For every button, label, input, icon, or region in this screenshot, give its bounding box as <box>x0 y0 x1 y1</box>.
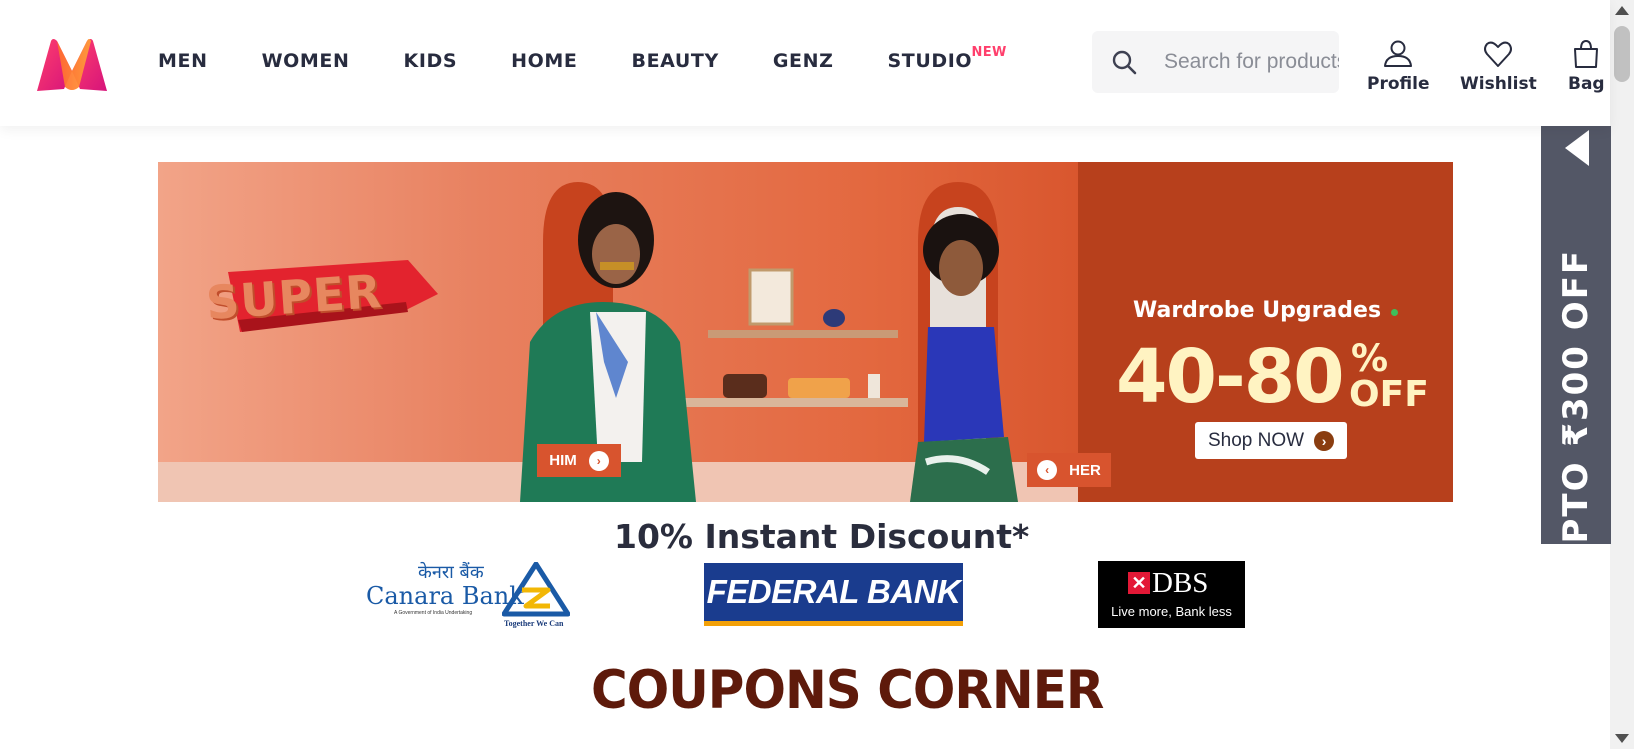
nav-kids[interactable]: KIDS <box>404 50 458 72</box>
main-nav: MEN WOMEN KIDS HOME BEAUTY GENZ STUDIO N… <box>158 45 1006 72</box>
nav-home[interactable]: HOME <box>511 50 577 72</box>
status-dot <box>1391 309 1398 316</box>
profile-button[interactable]: Profile <box>1367 38 1429 94</box>
her-label: HER <box>1069 461 1101 479</box>
dbs-tagline: Live more, Bank less <box>1111 604 1232 619</box>
discount-range: 40-80 <box>1116 334 1345 420</box>
nav-studio-label: STUDIO <box>887 50 973 72</box>
new-badge: NEW <box>971 45 1007 60</box>
canara-subtitle: A Government of India Undertaking <box>394 610 473 616</box>
wishlist-button[interactable]: Wishlist <box>1460 38 1537 94</box>
canara-name: Canara Bank <box>366 582 524 610</box>
canara-triangle-icon <box>502 562 570 617</box>
side-promo-text: UPTO ₹300 OFF <box>1556 248 1596 574</box>
chevron-left-icon: ‹ <box>1037 460 1058 480</box>
her-tag-button[interactable]: ‹ HER <box>1027 453 1111 487</box>
profile-label: Profile <box>1367 74 1430 94</box>
dbs-x-icon: ✕ <box>1128 572 1150 594</box>
federal-bank-name: FEDERAL BANK <box>706 573 961 610</box>
nav-beauty[interactable]: BEAUTY <box>632 50 719 72</box>
myntra-logo[interactable] <box>31 37 113 93</box>
banner-headline: Wardrobe Upgrades <box>1133 298 1382 323</box>
hero-banner[interactable]: SUPER Wardrobe Upgrades 40-80 % OFF Shop… <box>158 162 1453 502</box>
him-tag-button[interactable]: HIM › <box>537 444 621 477</box>
federal-bank-logo[interactable]: FEDERAL BANK <box>704 563 963 626</box>
dbs-name: DBS <box>1152 567 1209 599</box>
bag-icon <box>1574 39 1599 68</box>
scroll-down-arrow-icon[interactable] <box>1615 734 1629 743</box>
search-input[interactable] <box>1164 50 1339 74</box>
shop-now-button[interactable]: Shop NOW › <box>1195 422 1347 459</box>
instant-discount-title: 10% Instant Discount* <box>614 517 1030 556</box>
canara-hindi-name: केनरा बैंक <box>418 562 484 583</box>
wishlist-label: Wishlist <box>1460 74 1537 94</box>
him-label: HIM <box>549 452 577 469</box>
scroll-up-arrow-icon[interactable] <box>1615 6 1629 15</box>
page-scrollbar[interactable] <box>1610 0 1634 749</box>
shop-now-label: Shop NOW <box>1207 429 1305 451</box>
search-bar <box>1092 31 1339 93</box>
bag-button[interactable]: Bag <box>1568 38 1605 94</box>
side-promo-tab[interactable]: UPTO ₹300 OFF <box>1541 126 1611 573</box>
heart-icon <box>1484 41 1513 67</box>
scroll-thumb[interactable] <box>1614 26 1630 82</box>
collapse-arrow-icon[interactable] <box>1565 130 1589 166</box>
chevron-right-icon: › <box>588 450 609 471</box>
user-icon <box>1384 40 1413 67</box>
search-icon[interactable] <box>1110 48 1138 76</box>
canara-tagline: Together We Can <box>504 619 564 628</box>
nav-studio[interactable]: STUDIO NEW <box>887 45 1006 72</box>
nav-women[interactable]: WOMEN <box>262 50 350 72</box>
off-label: OFF <box>1349 374 1429 415</box>
bag-label: Bag <box>1568 74 1605 94</box>
canara-bank-logo[interactable]: केनरा बैंक Canara Bank A Government of I… <box>364 560 572 630</box>
top-header: MEN WOMEN KIDS HOME BEAUTY GENZ STUDIO N… <box>0 0 1610 126</box>
percent-sign: % <box>1351 337 1389 380</box>
coupons-corner-title: COUPONS CORNER <box>591 659 1104 721</box>
dbs-bank-logo[interactable]: ✕ DBS Live more, Bank less <box>1098 561 1245 628</box>
nav-genz[interactable]: GENZ <box>773 50 834 72</box>
nav-men[interactable]: MEN <box>158 50 208 72</box>
chevron-right-icon: › <box>1314 430 1335 451</box>
